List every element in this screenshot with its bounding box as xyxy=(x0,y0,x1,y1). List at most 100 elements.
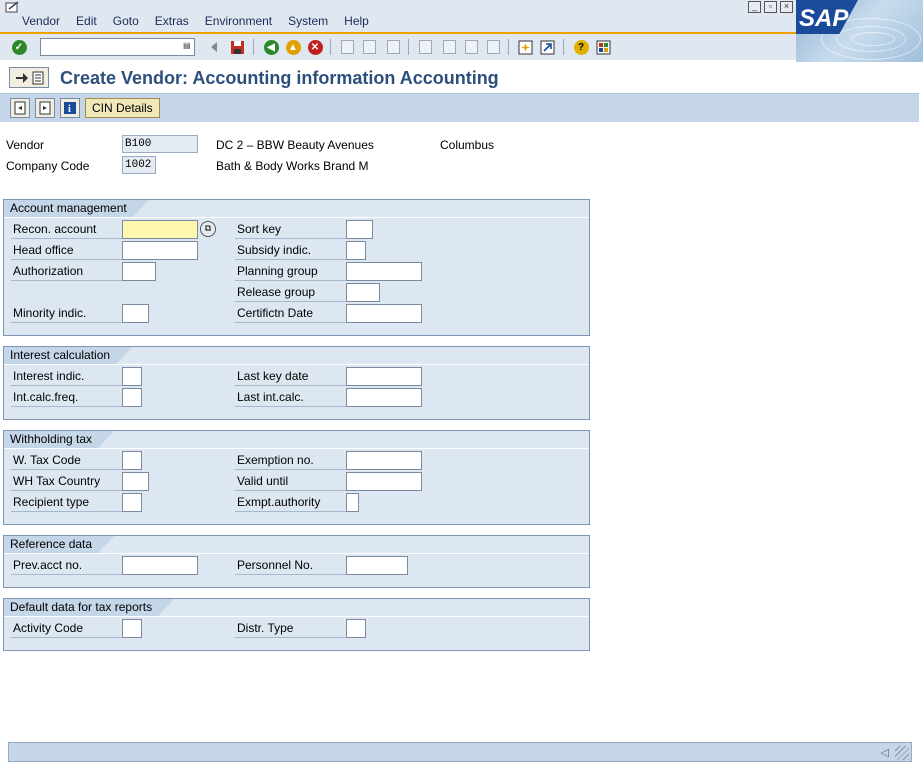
planning-group-field[interactable] xyxy=(346,262,422,281)
group-withholding-tax: Withholding tax W. Tax Code WH Tax Count… xyxy=(3,430,590,525)
company-code-field[interactable]: 1002 xyxy=(122,156,156,174)
interest-indic-field[interactable] xyxy=(122,367,142,386)
menu-system[interactable]: System xyxy=(280,14,336,28)
save-icon xyxy=(230,40,244,54)
last-key-date-label: Last key date xyxy=(235,368,347,386)
restore-icon[interactable]: ▫ xyxy=(764,1,777,13)
status-toggle-icon[interactable]: ◁ xyxy=(881,746,889,759)
exit-arrow-icon: ▲ xyxy=(285,39,301,55)
back-button[interactable]: ◀ xyxy=(262,38,280,56)
find-next-button[interactable] xyxy=(384,38,402,56)
group-account-management: Account management Recon. account ⧉ Head… xyxy=(3,199,590,336)
last-int-calc-label: Last int.calc. xyxy=(235,389,347,407)
print-button[interactable] xyxy=(338,38,356,56)
recon-account-field[interactable] xyxy=(122,220,198,239)
menu-goto[interactable]: Goto xyxy=(105,14,147,28)
minimize-icon[interactable]: _ xyxy=(748,1,761,13)
shortcut-button[interactable] xyxy=(538,38,556,56)
next-screen-button[interactable] xyxy=(35,98,55,118)
release-group-field[interactable] xyxy=(346,283,380,302)
vendor-label: Vendor xyxy=(6,138,45,152)
create-session-button[interactable] xyxy=(516,38,534,56)
last-int-calc-field[interactable] xyxy=(346,388,422,407)
sap-wordmark: SAP xyxy=(799,5,849,30)
exit-button[interactable]: ▲ xyxy=(284,38,302,56)
last-page-icon xyxy=(486,40,500,54)
menu-extras[interactable]: Extras xyxy=(147,14,197,28)
recipient-type-field[interactable] xyxy=(122,493,142,512)
value-help-icon[interactable]: ⧉ xyxy=(200,221,216,237)
vendor-city: Columbus xyxy=(440,138,495,152)
save-button[interactable] xyxy=(228,38,246,56)
recipient-type-label: Recipient type xyxy=(11,494,123,512)
int-calc-freq-field[interactable] xyxy=(122,388,142,407)
valid-until-field[interactable] xyxy=(346,472,422,491)
valid-until-label: Valid until xyxy=(235,473,347,491)
subsidy-indic-field[interactable] xyxy=(346,241,366,260)
head-office-label: Head office xyxy=(11,242,123,260)
exemption-no-field[interactable] xyxy=(346,451,422,470)
vendor-field[interactable]: B100 xyxy=(122,135,198,153)
menu-help[interactable]: Help xyxy=(336,14,377,28)
company-code-label: Company Code xyxy=(6,159,90,173)
system-menu-icon[interactable] xyxy=(5,1,21,13)
cin-details-button[interactable]: CIN Details xyxy=(85,98,160,118)
info-button[interactable]: i xyxy=(60,98,80,118)
w-tax-code-field[interactable] xyxy=(122,451,142,470)
prev-acct-no-field[interactable] xyxy=(122,556,198,575)
group-reference-data: Reference data Prev.acct no. Personnel N… xyxy=(3,535,590,588)
activity-code-label: Activity Code xyxy=(11,620,123,638)
authorization-label: Authorization xyxy=(11,263,123,281)
certifictn-date-label: Certifictn Date xyxy=(235,305,347,323)
command-field[interactable]: ▤ xyxy=(40,38,195,56)
activity-code-field[interactable] xyxy=(122,619,142,638)
planning-group-label: Planning group xyxy=(235,263,347,281)
first-page-icon xyxy=(418,40,432,54)
exmpt-authority-label: Exmpt.authority xyxy=(235,494,347,512)
certifictn-date-field[interactable] xyxy=(346,304,422,323)
transaction-icon[interactable] xyxy=(9,67,49,88)
personnel-no-field[interactable] xyxy=(346,556,408,575)
checkmark-icon: ✓ xyxy=(11,39,27,55)
group-title: Account management xyxy=(4,200,149,217)
sort-key-label: Sort key xyxy=(235,221,347,239)
last-page-button[interactable] xyxy=(484,38,502,56)
previous-screen-icon xyxy=(14,101,26,115)
cancel-button[interactable]: ✕ xyxy=(306,38,324,56)
layout-icon xyxy=(596,40,610,54)
sap-logo: SAP xyxy=(796,0,923,62)
previous-screen-button[interactable] xyxy=(10,98,30,118)
group-interest-calculation: Interest calculation Interest indic. Int… xyxy=(3,346,590,420)
find-button[interactable] xyxy=(360,38,378,56)
next-page-button[interactable] xyxy=(462,38,480,56)
command-history-icon[interactable]: ▤ xyxy=(183,41,193,53)
first-page-button[interactable] xyxy=(416,38,434,56)
menu-vendor[interactable]: Vendor xyxy=(14,14,68,28)
next-screen-icon xyxy=(39,101,51,115)
interest-indic-label: Interest indic. xyxy=(11,368,123,386)
menu-edit[interactable]: Edit xyxy=(68,14,105,28)
new-session-icon xyxy=(518,40,532,54)
menu-environment[interactable]: Environment xyxy=(197,14,280,28)
shortcut-icon xyxy=(540,40,554,54)
previous-page-button[interactable] xyxy=(440,38,458,56)
distr-type-field[interactable] xyxy=(346,619,366,638)
group-default-tax-reports: Default data for tax reports Activity Co… xyxy=(3,598,590,651)
resize-grip-icon[interactable] xyxy=(895,746,909,760)
exmpt-authority-field[interactable] xyxy=(346,493,359,512)
svg-text:i: i xyxy=(68,104,71,115)
wh-tax-country-field[interactable] xyxy=(122,472,149,491)
last-key-date-field[interactable] xyxy=(346,367,422,386)
layout-menu-button[interactable] xyxy=(594,38,612,56)
head-office-field[interactable] xyxy=(122,241,198,260)
int-calc-freq-label: Int.calc.freq. xyxy=(11,389,123,407)
title-bar: Create Vendor: Accounting information Ac… xyxy=(0,62,919,94)
collapse-command-button[interactable] xyxy=(205,38,223,56)
enter-button[interactable]: ✓ xyxy=(10,38,28,56)
sort-key-field[interactable] xyxy=(346,220,373,239)
authorization-field[interactable] xyxy=(122,262,156,281)
minority-indic-label: Minority indic. xyxy=(11,305,123,323)
minority-indic-field[interactable] xyxy=(122,304,149,323)
help-button[interactable]: ? xyxy=(572,38,590,56)
close-window-icon[interactable]: × xyxy=(780,1,793,13)
